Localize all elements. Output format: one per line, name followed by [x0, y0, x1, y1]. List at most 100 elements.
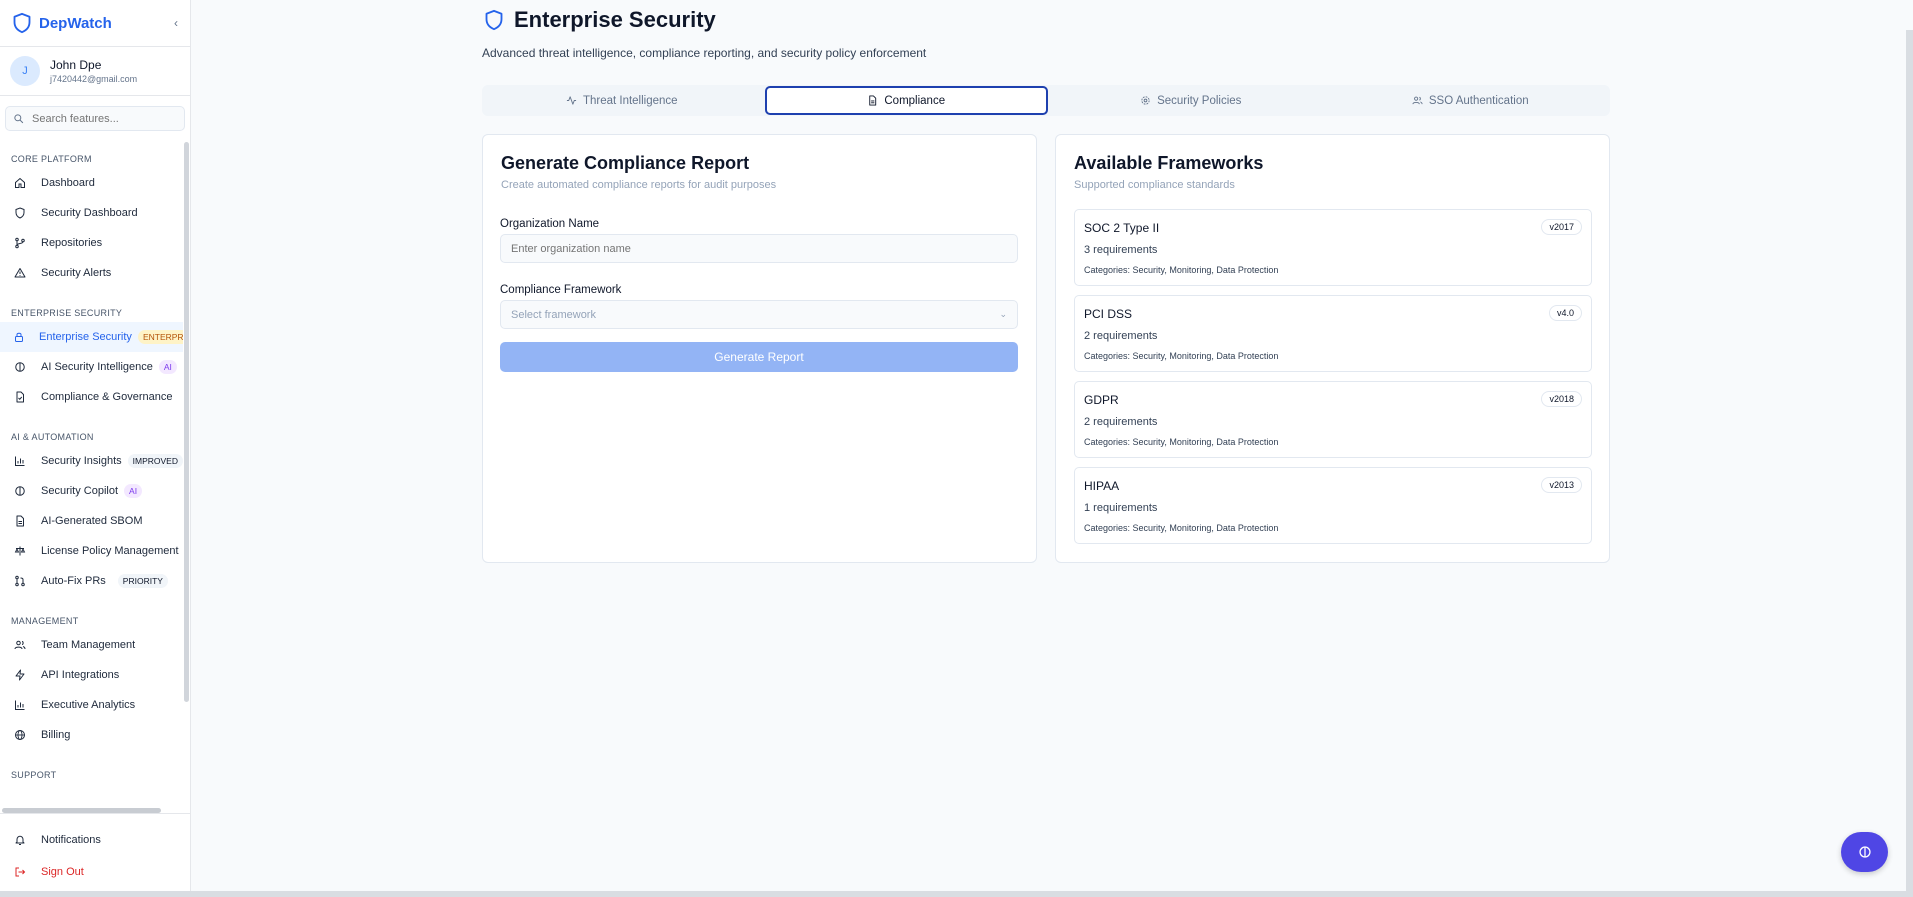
tab-sso-authentication[interactable]: SSO Authentication — [1331, 85, 1611, 116]
lock-icon — [13, 330, 25, 344]
section-title-support: SUPPORT — [11, 770, 57, 780]
git-branch-icon — [13, 236, 27, 250]
sign-out-label: Sign Out — [41, 866, 84, 878]
framework-version-badge: v2017 — [1541, 219, 1582, 235]
page-subtitle: Advanced threat intelligence, compliance… — [482, 46, 927, 60]
organization-name-label: Organization Name — [500, 218, 600, 230]
framework-item-pci-dss: PCI DSS v4.0 2 requirements Categories: … — [1074, 295, 1592, 372]
framework-select[interactable]: Select framework ⌄ — [500, 300, 1018, 329]
git-pull-request-icon — [13, 574, 27, 588]
shield-logo-icon — [13, 12, 31, 34]
main-content: Enterprise Security Advanced threat inte… — [191, 0, 1913, 891]
globe-icon — [13, 728, 27, 742]
framework-name: SOC 2 Type II — [1084, 221, 1160, 235]
home-icon — [13, 176, 27, 190]
generate-report-button[interactable]: Generate Report — [500, 342, 1018, 372]
sidebar-nav: CORE PLATFORM Dashboard Security Dashboa… — [0, 142, 183, 808]
tab-label: Security Policies — [1157, 94, 1242, 107]
sidebar-item-ai-generated-sbom[interactable]: AI-Generated SBOM — [0, 506, 183, 536]
sidebar-item-label: Security Dashboard — [41, 207, 138, 219]
tab-label: Threat Intelligence — [582, 94, 678, 107]
tab-compliance[interactable]: Compliance — [764, 86, 1048, 115]
framework-select-value: Select framework — [511, 308, 596, 321]
organization-name-input[interactable] — [511, 242, 1007, 255]
sidebar-item-repositories[interactable]: Repositories — [0, 228, 183, 258]
framework-categories: Categories: Security, Monitoring, Data P… — [1084, 351, 1279, 361]
card-description: Supported compliance standards — [1074, 179, 1235, 191]
sidebar-item-label: API Integrations — [41, 669, 120, 681]
sidebar-item-label: Billing — [41, 729, 71, 741]
activity-icon — [566, 96, 577, 105]
sidebar-item-dashboard[interactable]: Dashboard — [0, 168, 183, 198]
assistant-fab-button[interactable] — [1841, 832, 1888, 872]
sidebar-vertical-scrollbar[interactable] — [184, 142, 189, 702]
framework-name: HIPAA — [1084, 479, 1120, 493]
sidebar-item-label: Security Insights — [40, 455, 122, 467]
search-box — [5, 106, 185, 131]
sidebar-item-security-insights[interactable]: Security Insights IMPROVED — [0, 446, 183, 476]
framework-item-hipaa: HIPAA v2013 1 requirements Categories: S… — [1074, 467, 1592, 544]
sidebar-item-label: Security Alerts — [41, 267, 112, 279]
sidebar-item-label: Dashboard — [41, 177, 95, 189]
sidebar-item-enterprise-security[interactable]: Enterprise Security ENTERPRISE — [0, 322, 183, 352]
tab-bar: Threat Intelligence Compliance Security … — [482, 85, 1610, 116]
app-name: DepWatch — [39, 14, 112, 32]
section-title-ai-automation: AI & AUTOMATION — [11, 432, 94, 442]
tab-label: Compliance — [884, 94, 946, 107]
search-input[interactable] — [32, 112, 172, 125]
framework-requirements: 1 requirements — [1084, 502, 1158, 514]
ai-badge: AI — [158, 360, 177, 374]
bell-icon — [13, 833, 27, 847]
framework-categories: Categories: Security, Monitoring, Data P… — [1084, 437, 1279, 447]
tab-security-policies[interactable]: Security Policies — [1051, 85, 1331, 116]
section-title-management: MANAGEMENT — [11, 616, 79, 626]
sidebar-item-executive-analytics[interactable]: Executive Analytics — [0, 690, 183, 720]
tab-label: SSO Authentication — [1428, 94, 1529, 107]
sidebar-item-security-copilot[interactable]: Security Copilot AI — [0, 476, 183, 506]
ai-badge: AI — [124, 484, 143, 498]
sidebar-item-compliance-governance[interactable]: Compliance & Governance — [0, 382, 183, 412]
section-title-core-platform: CORE PLATFORM — [11, 154, 92, 164]
scale-icon — [13, 544, 27, 558]
shield-icon — [13, 206, 27, 220]
framework-name: GDPR — [1084, 393, 1119, 407]
framework-item-soc2: SOC 2 Type II v2017 3 requirements Categ… — [1074, 209, 1592, 286]
sidebar-item-security-dashboard[interactable]: Security Dashboard — [0, 198, 183, 228]
sidebar-item-notifications[interactable]: Notifications — [0, 824, 190, 856]
alert-triangle-icon — [13, 266, 27, 280]
brain-icon — [13, 360, 27, 374]
brain-icon — [13, 484, 27, 498]
shield-icon — [485, 9, 503, 31]
sidebar-item-label: AI Security Intelligence — [41, 361, 153, 373]
bar-chart-icon — [13, 454, 27, 468]
user-profile[interactable]: J John Dpe j7420442@gmail.com — [0, 47, 190, 96]
file-text-icon — [13, 514, 27, 528]
framework-item-gdpr: GDPR v2018 2 requirements Categories: Se… — [1074, 381, 1592, 458]
file-text-icon — [869, 95, 877, 106]
page-vertical-scrollbar[interactable] — [1906, 30, 1913, 891]
file-check-icon — [13, 390, 27, 404]
sidebar-item-billing[interactable]: Billing — [0, 720, 183, 750]
gear-icon — [1141, 96, 1150, 105]
collapse-sidebar-icon[interactable]: ‹ — [174, 16, 178, 30]
sidebar-item-label: Enterprise Security — [39, 331, 132, 343]
organization-name-field — [500, 234, 1018, 263]
available-frameworks-card: Available Frameworks Supported complianc… — [1055, 134, 1610, 563]
sidebar-item-team-management[interactable]: Team Management — [0, 630, 183, 660]
sidebar-item-ai-security-intelligence[interactable]: AI Security Intelligence AI — [0, 352, 183, 382]
user-email: j7420442@gmail.com — [50, 74, 138, 84]
sidebar-item-label: License Policy Management — [41, 545, 179, 557]
generate-report-card: Generate Compliance Report Create automa… — [482, 134, 1037, 563]
sidebar-item-license-policy-management[interactable]: License Policy Management — [0, 536, 183, 566]
sidebar-item-security-alerts[interactable]: Security Alerts — [0, 258, 183, 288]
sidebar-item-auto-fix-prs[interactable]: Auto-Fix PRs PRIORITY — [0, 566, 183, 596]
framework-requirements: 3 requirements — [1084, 244, 1158, 256]
framework-requirements: 2 requirements — [1084, 330, 1158, 342]
sidebar-item-label: Security Copilot — [41, 485, 119, 497]
tab-threat-intelligence[interactable]: Threat Intelligence — [482, 85, 762, 116]
compliance-framework-label: Compliance Framework — [500, 284, 622, 296]
sidebar-item-api-integrations[interactable]: API Integrations — [0, 660, 183, 690]
page-horizontal-scrollbar[interactable] — [0, 891, 1913, 897]
avatar: J — [10, 56, 40, 86]
sign-out-button[interactable]: Sign Out — [0, 856, 190, 888]
